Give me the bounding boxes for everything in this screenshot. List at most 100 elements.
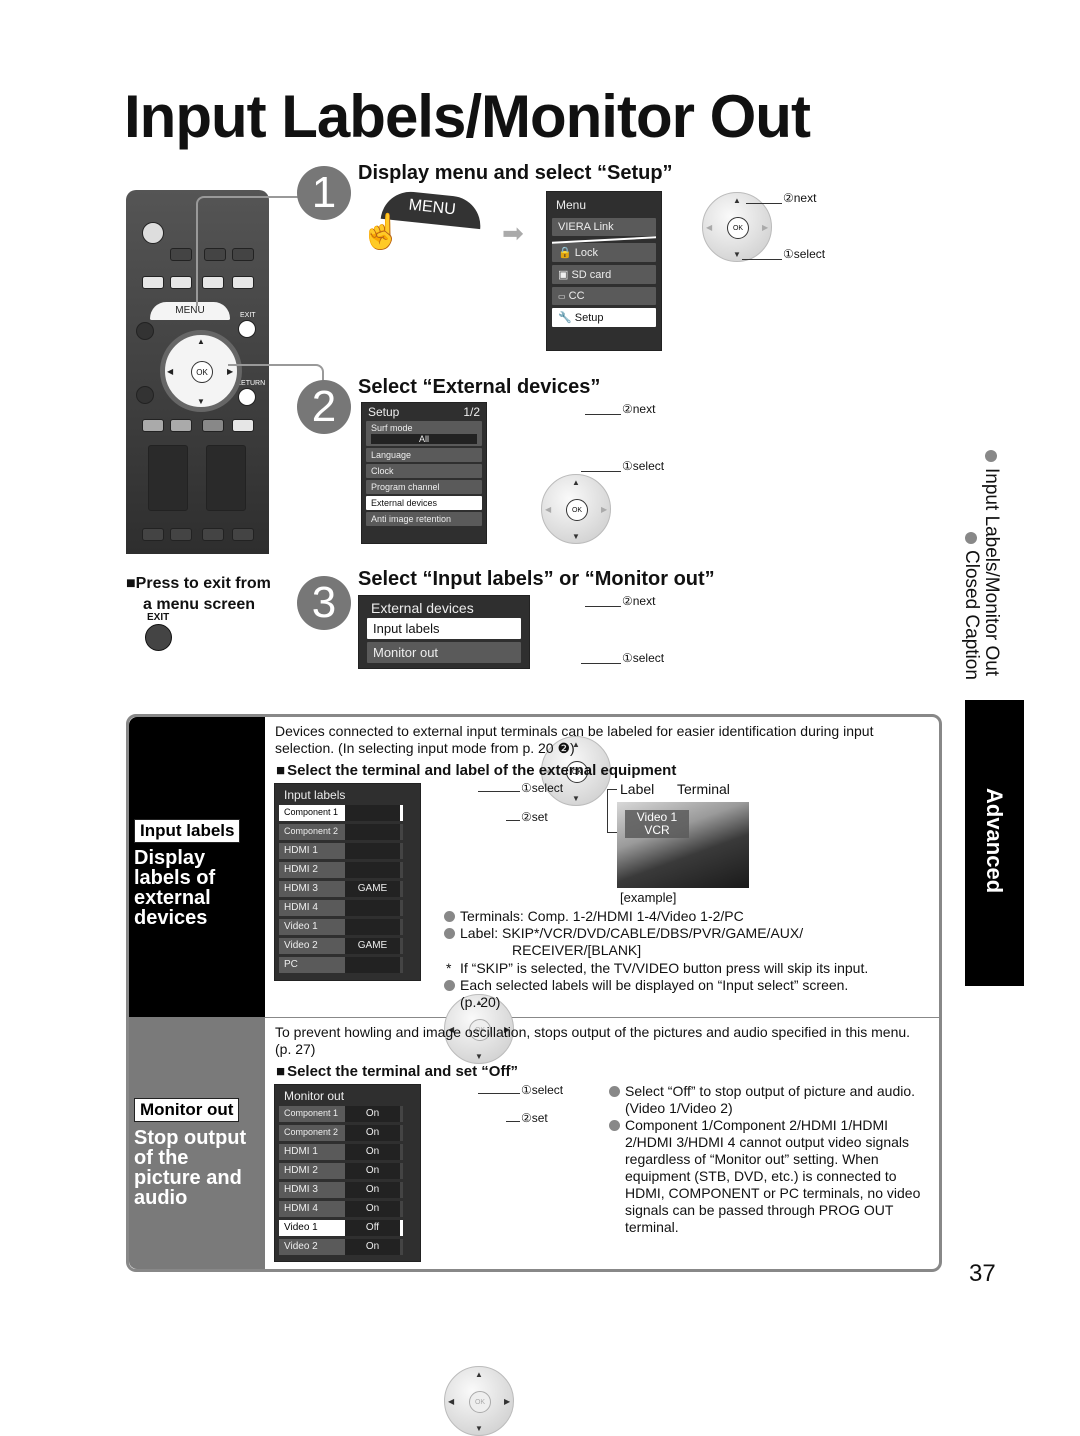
menu-row[interactable]: HDMI 3 GAME xyxy=(279,881,416,897)
terminal-name: HDMI 2 xyxy=(279,862,345,878)
example-terminal-caption: Terminal xyxy=(677,781,730,797)
menu-row[interactable]: HDMI 4 On xyxy=(279,1201,416,1217)
sidebar-topic-closed-caption: Closed Caption xyxy=(960,532,982,680)
menu-item-surf-mode[interactable]: Surf mode All xyxy=(366,421,482,446)
label-value xyxy=(345,900,403,916)
leader-line xyxy=(581,471,621,472)
note-component-hdmi: Component 1/Component 2/HDMI 1/HDMI 2/HD… xyxy=(609,1117,929,1236)
monitor-out-menu-panel: Monitor out Component 1 On Component 2 On HD… xyxy=(274,1084,421,1262)
right-arrow-icon: ▶ xyxy=(762,223,769,232)
up-arrow-icon: ▲ xyxy=(475,1370,483,1379)
remote-button xyxy=(136,322,154,340)
example-caption: [example] xyxy=(620,890,677,905)
power-button xyxy=(142,222,164,244)
step-2-heading: Select “External devices” xyxy=(358,376,601,398)
step1-connector-line xyxy=(196,196,300,306)
terminal-name: HDMI 1 xyxy=(279,1144,345,1160)
ok-button: OK xyxy=(727,217,749,239)
output-value: On xyxy=(345,1144,403,1160)
step-2-badge: 2 xyxy=(297,380,351,434)
terminal-name: Component 2 xyxy=(279,1125,345,1141)
menu-row[interactable]: Video 1 xyxy=(279,919,416,935)
menu-row[interactable]: HDMI 1 xyxy=(279,843,416,859)
menu-item-program-channel[interactable]: Program channel xyxy=(366,480,482,494)
remote-button xyxy=(202,419,224,432)
menu-item-setup[interactable]: 🔧 Setup xyxy=(552,308,656,327)
menu-item-external-devices[interactable]: External devices xyxy=(366,496,482,510)
output-value: On xyxy=(345,1239,403,1255)
lock-icon: 🔒 xyxy=(558,247,572,259)
menu-item-monitor-out[interactable]: Monitor out xyxy=(367,642,521,663)
menu-item-lock[interactable]: 🔒 Lock xyxy=(552,243,656,262)
menu-item-anti-image-retention[interactable]: Anti image retention xyxy=(366,512,482,526)
terminal-name: Component 1 xyxy=(279,805,345,821)
nav-select-label: ①select xyxy=(622,651,665,665)
page-indicator: 1/2 xyxy=(463,405,480,419)
terminal-name: HDMI 3 xyxy=(279,1182,345,1198)
pointing-hand-icon: ☝ xyxy=(360,213,403,251)
external-devices-title: External devices xyxy=(371,600,474,616)
menu-row[interactable]: HDMI 3 On xyxy=(279,1182,416,1198)
label-value xyxy=(345,843,403,859)
sd-card-icon: ▣ xyxy=(558,269,569,281)
page-title: Input Labels/Monitor Out xyxy=(124,83,811,150)
menu-row[interactable]: Video 1 Off xyxy=(279,1220,416,1236)
monitor-out-description: Stop output of the picture and audio xyxy=(134,1127,247,1209)
terminal-name: HDMI 3 xyxy=(279,881,345,897)
terminal-name: Video 1 xyxy=(279,1220,345,1236)
menu-row[interactable]: Video 2 GAME xyxy=(279,938,416,954)
note-display: Each selected labels will be displayed o… xyxy=(444,977,848,994)
exit-button-label: EXIT xyxy=(147,612,170,623)
channel-rocker xyxy=(206,445,246,511)
menu-item-viera-link[interactable]: VIERA Link xyxy=(552,218,656,236)
menu-row[interactable]: HDMI 4 xyxy=(279,900,416,916)
menu-row[interactable]: HDMI 2 xyxy=(279,862,416,878)
menu-item-sd-card[interactable]: ▣ SD card xyxy=(552,265,656,284)
nav-select-label: ①select xyxy=(521,781,564,795)
input-labels-tag: Input labels xyxy=(134,819,241,843)
square-bullet-icon: ■ xyxy=(126,575,136,592)
step-3-badge: 3 xyxy=(297,576,351,630)
menu-row[interactable]: Component 1 On xyxy=(279,1106,416,1122)
monitor-out-intro: To prevent howling and image oscillation… xyxy=(275,1024,911,1057)
ok-button: OK xyxy=(566,499,588,521)
menu-item-cc[interactable]: ▭ CC xyxy=(552,287,656,305)
menu-row[interactable]: HDMI 1 On xyxy=(279,1144,416,1160)
terminal-name: Component 2 xyxy=(279,824,345,840)
terminal-name: HDMI 4 xyxy=(279,900,345,916)
leader-line xyxy=(506,1121,520,1122)
remote-button xyxy=(136,386,154,404)
remote-button xyxy=(170,528,192,541)
remote-button xyxy=(142,419,164,432)
menu-item-input-labels[interactable]: Input labels xyxy=(367,618,521,639)
output-value: On xyxy=(345,1106,403,1122)
menu-row[interactable]: Component 2 On xyxy=(279,1125,416,1141)
ok-button: OK xyxy=(469,1391,491,1413)
menu-row[interactable]: PC xyxy=(279,957,416,973)
menu-row[interactable]: Component 2 xyxy=(279,824,416,840)
menu-item-clock[interactable]: Clock xyxy=(366,464,482,478)
menu-row[interactable]: HDMI 2 On xyxy=(279,1163,416,1179)
bullet-dot-icon xyxy=(985,450,997,462)
output-value: On xyxy=(345,1201,403,1217)
menu-row[interactable]: Component 1 xyxy=(279,805,416,821)
remote-button xyxy=(142,528,164,541)
input-labels-description: Display labels of external devices xyxy=(134,847,216,929)
remote-button xyxy=(170,276,192,289)
example-overlay: Video 1 VCR xyxy=(625,810,689,838)
nav-set-label: ②set xyxy=(521,810,548,824)
remote-button xyxy=(232,528,254,541)
menu-item-language[interactable]: Language xyxy=(366,448,482,462)
up-arrow-icon: ▲ xyxy=(197,337,205,346)
cc-icon: ▭ xyxy=(558,292,566,301)
menu-row[interactable]: Video 2 On xyxy=(279,1239,416,1255)
down-arrow-icon: ▼ xyxy=(572,532,580,541)
nav-next-label: ②next xyxy=(622,594,656,608)
right-arrow-icon: ➡ xyxy=(502,218,524,248)
volume-rocker xyxy=(148,445,188,511)
ok-button: OK xyxy=(191,361,213,383)
ok-wheel-step2: ▲ ◀ ▶ ▼ OK xyxy=(541,474,611,544)
menu-panel: Menu VIERA Link 🔒 Lock ▣ SD card ▭ CC 🔧 … xyxy=(546,191,662,351)
example-image: Video 1 VCR xyxy=(617,802,749,888)
monitor-out-menu-title: Monitor out xyxy=(284,1089,345,1103)
